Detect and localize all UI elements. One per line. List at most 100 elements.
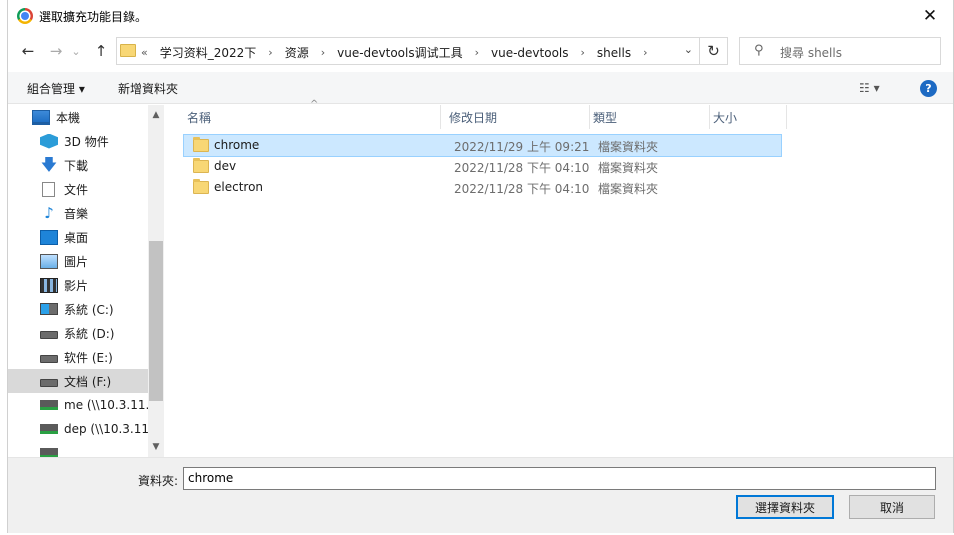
help-icon[interactable]: ? [920, 80, 937, 97]
breadcrumb-item[interactable]: vue-devtools [491, 46, 569, 60]
address-dropdown-icon[interactable]: ⌄ [684, 43, 693, 56]
search-input[interactable]: ⚲ 搜尋 shells [739, 37, 941, 65]
sidebar-scrollbar[interactable]: ▲ ▼ [148, 105, 164, 457]
folder-icon [193, 179, 209, 194]
column-header-label: 類型 [593, 110, 618, 125]
chevron-right-icon[interactable]: › [475, 46, 479, 59]
sidebar-item-this-pc[interactable]: 本機 [8, 105, 148, 129]
sidebar-item-network-dep[interactable]: dep (\\10.3.11.: [8, 417, 157, 441]
network-drive-icon [40, 400, 58, 410]
chevron-right-icon[interactable]: › [321, 46, 325, 59]
sidebar-item-network-me[interactable]: me (\\10.3.11.5 [8, 393, 157, 417]
sidebar-item-drive-e[interactable]: 软件 (E:) [8, 345, 148, 369]
navigation-bar: ← → ⌄ ↑ « 学习资料_2022下 › 资源 › vue-devtools… [8, 33, 953, 69]
computer-icon [32, 109, 50, 125]
title-bar: 選取擴充功能目錄。 ✕ [8, 0, 953, 31]
drive-icon [40, 379, 58, 387]
view-options-icon[interactable]: ☷ ▾ [859, 81, 880, 95]
up-button[interactable]: ↑ [91, 41, 111, 61]
sidebar-item-drive-f[interactable]: 文档 (F:) [8, 369, 148, 393]
videos-icon [40, 277, 58, 293]
sidebar-item-desktop[interactable]: 桌面 [8, 225, 148, 249]
sidebar-item-label: 3D 物件 [64, 134, 109, 149]
column-header-type[interactable]: 類型 [590, 105, 710, 129]
sidebar-item-network-partial[interactable] [8, 441, 148, 457]
file-name: electron [214, 180, 264, 194]
network-drive-icon [40, 424, 58, 434]
sidebar-item-label: 音樂 [64, 206, 89, 221]
sidebar-item-label: 影片 [64, 278, 89, 293]
chevron-right-icon[interactable]: › [268, 46, 272, 59]
sidebar-item-label: 软件 (E:) [64, 350, 113, 365]
file-type: 檔案資料夾 [598, 161, 659, 175]
arrow-right-icon: → [49, 42, 63, 60]
breadcrumb-overflow[interactable]: « [141, 46, 148, 59]
file-type: 檔案資料夾 [598, 182, 659, 196]
cancel-button[interactable]: 取消 [849, 495, 935, 519]
select-folder-button[interactable]: 選擇資料夾 [736, 495, 834, 519]
breadcrumb-item[interactable]: shells [597, 46, 631, 60]
recent-locations-button[interactable]: ⌄ [70, 41, 82, 61]
scroll-up-icon[interactable]: ▲ [148, 107, 164, 123]
address-bar[interactable]: « 学习资料_2022下 › 资源 › vue-devtools调试工具 › v… [116, 37, 700, 65]
column-header-date[interactable]: 修改日期 [446, 105, 590, 129]
music-icon: ♪ [44, 203, 54, 222]
file-name: dev [214, 159, 237, 173]
chrome-icon [17, 8, 33, 24]
folder-label: 資料夾: [138, 474, 179, 488]
table-row[interactable]: dev 2022/11/28 下午 04:10 檔案資料夾 [184, 156, 781, 177]
dialog-footer: 資料夾: chrome 選擇資料夾 取消 [8, 457, 953, 533]
sidebar-item-label: 文档 (F:) [64, 374, 112, 389]
file-type: 檔案資料夾 [598, 140, 659, 154]
scroll-down-icon[interactable]: ▼ [148, 439, 164, 455]
refresh-icon: ↻ [707, 42, 720, 60]
chevron-right-icon[interactable]: › [581, 46, 585, 59]
new-folder-button[interactable]: 新增資料夾 [118, 80, 178, 97]
sidebar-item-label: 系統 (C:) [64, 302, 114, 317]
close-button[interactable]: ✕ [907, 0, 953, 31]
breadcrumb-item[interactable]: 资源 [285, 44, 309, 61]
folder-icon [193, 158, 209, 173]
refresh-button[interactable]: ↻ [700, 37, 728, 65]
back-button[interactable]: ← [18, 41, 38, 61]
file-rows: chrome 2022/11/29 上午 09:21 檔案資料夾 dev 202… [183, 134, 782, 198]
search-icon: ⚲ [754, 43, 764, 58]
chevron-down-icon: ⌄ [71, 44, 81, 58]
sidebar-item-3d-objects[interactable]: 3D 物件 [8, 129, 148, 153]
sidebar-item-drive-c[interactable]: 系統 (C:) [8, 297, 148, 321]
sidebar-item-label: 系統 (D:) [64, 326, 115, 341]
breadcrumb-item[interactable]: 学习资料_2022下 [160, 44, 257, 61]
forward-button[interactable]: → [46, 41, 66, 61]
organize-menu[interactable]: 組合管理 ▾ [27, 80, 85, 97]
sidebar-item-videos[interactable]: 影片 [8, 273, 148, 297]
scroll-thumb[interactable] [149, 241, 163, 401]
sidebar-item-drive-d[interactable]: 系統 (D:) [8, 321, 148, 345]
folder-icon [120, 44, 136, 57]
folder-name-input[interactable]: chrome [183, 467, 936, 490]
sidebar-item-music[interactable]: ♪ 音樂 [8, 201, 148, 225]
sidebar-item-label: dep (\\10.3.11.: [64, 422, 157, 436]
3d-objects-icon [40, 133, 58, 149]
search-placeholder: 搜尋 shells [780, 46, 842, 60]
arrow-left-icon: ← [21, 42, 35, 60]
sidebar-item-label: 下載 [64, 158, 89, 173]
breadcrumb: « 学习资料_2022下 › 资源 › vue-devtools调试工具 › v… [141, 44, 648, 61]
column-header-size[interactable]: 大小 [710, 105, 787, 129]
arrow-up-icon: ↑ [94, 42, 108, 60]
column-header-label: 修改日期 [449, 110, 498, 125]
sidebar-item-documents[interactable]: 文件 [8, 177, 148, 201]
sidebar-item-pictures[interactable]: 圖片 [8, 249, 148, 273]
sidebar-item-downloads[interactable]: 🡇 下載 [8, 153, 148, 177]
column-header-name[interactable]: 名稱 [184, 105, 441, 129]
chevron-right-icon[interactable]: › [643, 46, 647, 59]
table-row[interactable]: chrome 2022/11/29 上午 09:21 檔案資料夾 [183, 134, 782, 157]
table-row[interactable]: electron 2022/11/28 下午 04:10 檔案資料夾 [184, 177, 781, 198]
drive-icon [40, 331, 58, 339]
column-headers: ^ 名稱 修改日期 類型 大小 [184, 99, 787, 129]
file-date: 2022/11/28 下午 04:10 [454, 182, 590, 196]
navigation-pane: 本機 3D 物件 🡇 下載 文件 ♪ 音樂 桌面 圖片 影片 系統 (C:) 系… [8, 105, 164, 457]
sidebar-item-label: 本機 [56, 110, 81, 125]
file-date: 2022/11/29 上午 09:21 [454, 140, 590, 154]
drive-icon [40, 355, 58, 363]
breadcrumb-item[interactable]: vue-devtools调试工具 [337, 44, 463, 61]
